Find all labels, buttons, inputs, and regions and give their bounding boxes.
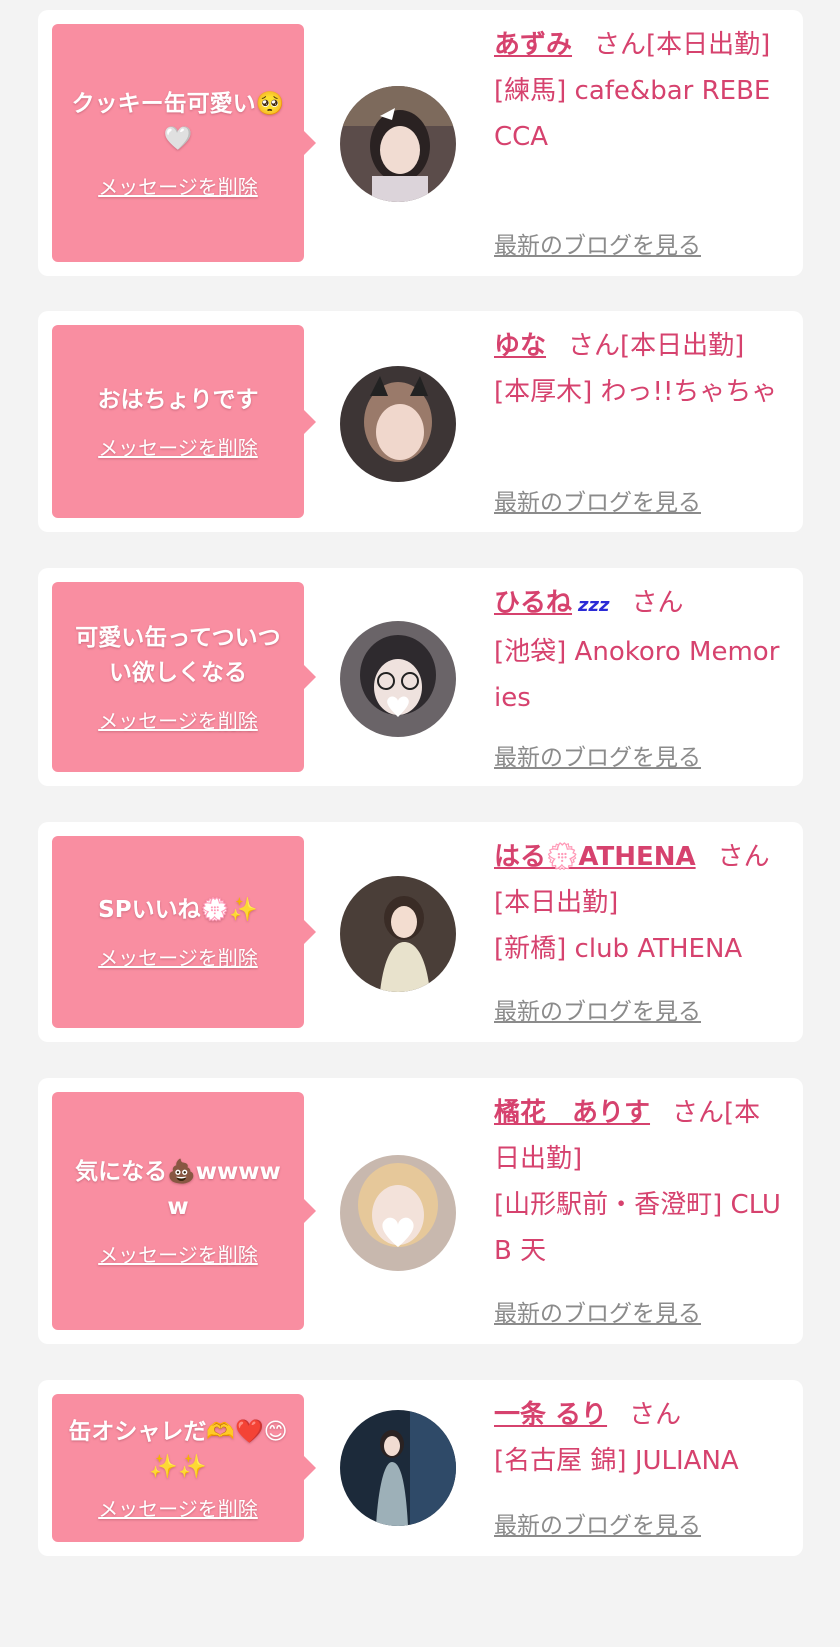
cast-honorific: さん [629, 1400, 682, 1430]
latest-blog-link[interactable]: 最新のブログを見る [494, 483, 701, 517]
cast-location: [練馬] cafe&bar REBECCA [494, 76, 771, 152]
message-text: 可愛い缶ってついつい欲しくなる [75, 624, 281, 686]
avatar-photo [340, 876, 456, 992]
avatar-photo [340, 86, 456, 202]
cast-name-link[interactable]: あずみ [494, 30, 572, 60]
message-card: 気になる💩wwwww メッセージを削除 橘花 ありす さん[本日出勤] [山形駅前… [38, 1078, 803, 1344]
avatar[interactable] [340, 1410, 456, 1526]
avatar-photo [340, 1410, 456, 1526]
zzz-icon: zzz [578, 595, 610, 616]
message-bubble: クッキー缶可愛い🥺🤍 メッセージを削除 [52, 24, 316, 262]
avatar[interactable] [340, 621, 456, 737]
latest-blog-link[interactable]: 最新のブログを見る [494, 738, 701, 772]
latest-blog-link[interactable]: 最新のブログを見る [494, 226, 701, 260]
cast-location: [山形駅前・香澄町] CLUB 天 [494, 1190, 781, 1266]
cast-location: [新橋] club ATHENA [494, 934, 743, 964]
avatar[interactable] [340, 366, 456, 482]
cast-info: ひるね zzz さん [池袋] Anokoro Memories [494, 580, 784, 721]
avatar-photo [340, 366, 456, 482]
cast-name-link[interactable]: はる💮ATHENA [494, 842, 696, 872]
message-text: SPいいね💮✨ [98, 897, 258, 923]
message-card: SPいいね💮✨ メッセージを削除 はる💮ATHENA さん[本日出勤] [新橋] … [38, 822, 803, 1042]
delete-message-link[interactable]: メッセージを削除 [98, 432, 258, 461]
cast-name-link[interactable]: ゆな [494, 331, 546, 361]
message-bubble: SPいいね💮✨ メッセージを削除 [52, 836, 316, 1028]
cast-location: [名古屋 錦] JULIANA [494, 1446, 739, 1476]
message-card: おはちょりです メッセージを削除 ゆな さん[本日出勤] [本厚木] わっ!!ちゃ… [38, 311, 803, 532]
delete-message-link[interactable]: メッセージを削除 [98, 1493, 258, 1522]
message-card: 缶オシャレだ🫶❤️😊✨✨ メッセージを削除 一条 るり さん [名古屋 錦] JU… [38, 1380, 803, 1556]
avatar[interactable] [340, 86, 456, 202]
message-text: クッキー缶可愛い🥺🤍 [71, 90, 285, 152]
delete-message-link[interactable]: メッセージを削除 [98, 705, 258, 734]
delete-message-link[interactable]: メッセージを削除 [98, 171, 258, 200]
avatar[interactable] [340, 1155, 456, 1271]
message-bubble: 缶オシャレだ🫶❤️😊✨✨ メッセージを削除 [52, 1394, 316, 1542]
latest-blog-link[interactable]: 最新のブログを見る [494, 992, 701, 1026]
cast-info: あずみ さん[本日出勤] [練馬] cafe&bar REBECCA [494, 22, 784, 160]
cast-honorific: さん[本日出勤] [568, 331, 745, 361]
cast-info: 橘花 ありす さん[本日出勤] [山形駅前・香澄町] CLUB 天 [494, 1090, 784, 1274]
cast-name-link[interactable]: 橘花 ありす [494, 1098, 650, 1128]
latest-blog-link[interactable]: 最新のブログを見る [494, 1506, 701, 1540]
cast-info: ゆな さん[本日出勤] [本厚木] わっ!!ちゃちゃ [494, 323, 784, 415]
message-bubble: おはちょりです メッセージを削除 [52, 325, 316, 518]
message-text: おはちょりです [97, 386, 259, 413]
cast-location: [本厚木] わっ!!ちゃちゃ [494, 377, 778, 407]
delete-message-link[interactable]: メッセージを削除 [98, 942, 258, 971]
avatar-photo [340, 621, 456, 737]
message-card: クッキー缶可愛い🥺🤍 メッセージを削除 あずみ さん[本日出勤] [練馬] caf… [38, 10, 803, 276]
message-text: 缶オシャレだ🫶❤️😊✨✨ [68, 1418, 288, 1480]
cast-info: 一条 るり さん [名古屋 錦] JULIANA [494, 1392, 784, 1484]
avatar[interactable] [340, 876, 456, 992]
message-list-page: クッキー缶可愛い🥺🤍 メッセージを削除 あずみ さん[本日出勤] [練馬] caf… [0, 0, 840, 1647]
cast-honorific: さん[本日出勤] [594, 30, 771, 60]
message-bubble: 可愛い缶ってついつい欲しくなる メッセージを削除 [52, 582, 316, 772]
cast-name-link[interactable]: ひるね [494, 588, 572, 618]
latest-blog-link[interactable]: 最新のブログを見る [494, 1294, 701, 1328]
cast-location: [池袋] Anokoro Memories [494, 637, 780, 713]
cast-honorific: さん [631, 588, 684, 618]
delete-message-link[interactable]: メッセージを削除 [98, 1239, 258, 1268]
cast-info: はる💮ATHENA さん[本日出勤] [新橋] club ATHENA [494, 834, 784, 972]
cast-name-link[interactable]: 一条 るり [494, 1400, 607, 1430]
message-text: 気になる💩wwwww [75, 1158, 281, 1220]
message-bubble: 気になる💩wwwww メッセージを削除 [52, 1092, 316, 1330]
avatar-photo [340, 1155, 456, 1271]
message-card: 可愛い缶ってついつい欲しくなる メッセージを削除 ひるね zzz さん [池袋] A… [38, 568, 803, 786]
